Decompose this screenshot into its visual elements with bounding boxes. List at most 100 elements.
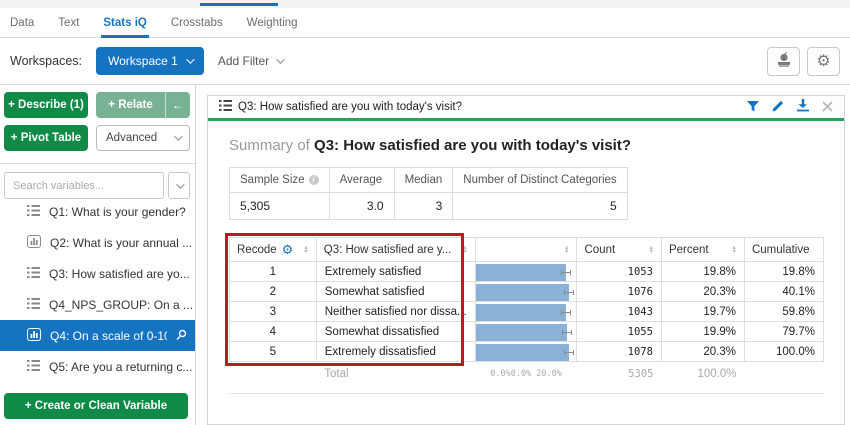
median-value: 3: [394, 193, 453, 220]
frequency-table: Recode ⚙ ▲▼ Q3: How satisfied are y...: [229, 237, 824, 386]
sidebar: + Describe (1) + Relate ← + Pivot Table …: [0, 85, 196, 425]
describe-button[interactable]: + Describe (1): [4, 92, 88, 118]
stats-header-median: Median: [394, 168, 453, 193]
category-label: Neither satisfied nor dissa...: [316, 302, 475, 322]
percent-value: 19.8%: [661, 262, 744, 282]
chevron-down-icon: [174, 132, 182, 140]
table-row: 4 Somewhat dissatisfied 1055 19.9% 79.7%: [230, 322, 824, 342]
column-header-percent[interactable]: Percent ▲▼: [661, 238, 744, 262]
close-icon: [822, 100, 833, 115]
bar-chart-icon: [27, 235, 41, 251]
nav-tab-weighting[interactable]: Weighting: [247, 8, 298, 38]
summary-prefix: Summary of: [229, 137, 310, 154]
filter-button[interactable]: [747, 100, 759, 115]
sort-icon[interactable]: ▲▼: [648, 246, 653, 254]
frequency-bar: [476, 304, 566, 321]
download-icon: [797, 99, 809, 115]
apple-book-icon: [775, 51, 793, 71]
create-or-clean-variable-button[interactable]: + Create or Clean Variable: [4, 393, 188, 419]
table-row: 5 Extremely dissatisfied 1078 20.3% 100.…: [230, 342, 824, 362]
relate-button[interactable]: + Relate: [96, 92, 166, 118]
percent-value: 19.9%: [661, 322, 744, 342]
recode-value: 1: [230, 262, 317, 282]
table-row: 2 Somewhat satisfied 1076 20.3% 40.1%: [230, 282, 824, 302]
variable-item-q4-selected[interactable]: Q4: On a scale of 0-10, h...: [0, 320, 195, 351]
variable-label: Q4_NPS_GROUP: On a ...: [49, 298, 193, 312]
nav-tab-crosstabs[interactable]: Crosstabs: [171, 8, 223, 38]
list-icon: [27, 298, 40, 312]
stats-header-average: Average: [329, 168, 394, 193]
list-icon: [219, 98, 232, 116]
recode-settings-gear-icon[interactable]: ⚙: [282, 243, 294, 256]
nav-tab-stats-iq[interactable]: Stats iQ: [103, 8, 146, 38]
variable-item-q4-nps-group[interactable]: Q4_NPS_GROUP: On a ...: [0, 289, 195, 320]
variable-item-q2[interactable]: Q2: What is your annual ...: [0, 227, 195, 258]
bar-cell: [475, 342, 577, 362]
column-header-recode[interactable]: Recode ⚙ ▲▼: [230, 238, 317, 262]
error-whisker: [561, 310, 571, 315]
variable-label: Q1: What is your gender?: [49, 205, 186, 219]
variable-item-q3[interactable]: Q3: How satisfied are yo...: [0, 258, 195, 289]
table-row: 3 Neither satisfied nor dissa... 1043 19…: [230, 302, 824, 322]
variable-label: Q4: On a scale of 0-10, h...: [50, 329, 167, 343]
column-header-count[interactable]: Count ▲▼: [577, 238, 661, 262]
sort-icon[interactable]: ▲▼: [564, 246, 569, 254]
count-value: 1043: [577, 302, 661, 322]
funnel-icon: [747, 100, 759, 115]
count-value: 1053: [577, 262, 661, 282]
card-title: Q3: How satisfied are you with today's v…: [238, 101, 741, 113]
workspace-bar: Workspaces: Workspace 1 Add Filter: [0, 38, 850, 85]
stats-header-distinct: Number of Distinct Categories: [453, 168, 627, 193]
gear-icon: ⚙: [816, 51, 830, 71]
bar-cell: [475, 302, 577, 322]
add-filter-button[interactable]: Add Filter: [218, 54, 282, 68]
stats-summary-table: Sample Sizei Average Median Number of Di…: [229, 167, 628, 220]
pivot-table-button[interactable]: + Pivot Table: [4, 125, 88, 151]
search-variables-input[interactable]: [4, 172, 164, 199]
close-button[interactable]: [822, 100, 833, 115]
workspace-dropdown-button[interactable]: Workspace 1: [96, 47, 204, 75]
column-header-chart[interactable]: ▲▼: [475, 238, 577, 262]
nav-tab-text[interactable]: Text: [58, 8, 79, 38]
workspaces-label: Workspaces:: [10, 54, 82, 68]
nav-tab-data[interactable]: Data: [10, 8, 34, 38]
sort-icon[interactable]: ▲▼: [303, 246, 308, 254]
column-header-cumulative[interactable]: Cumulative: [744, 238, 823, 262]
column-header-question[interactable]: Q3: How satisfied are y... ▲▼: [316, 238, 475, 262]
total-row: Total 0.0%0.0% 20.0% 5305 100.0%: [230, 362, 824, 386]
workspace-dropdown-label: Workspace 1: [108, 54, 178, 68]
recode-value: 5: [230, 342, 317, 362]
cumulative-value: 19.8%: [744, 262, 823, 282]
advanced-dropdown[interactable]: Advanced: [96, 125, 190, 151]
active-tab-indicator: [200, 3, 278, 6]
total-percent: 100.0%: [661, 362, 744, 386]
table-row: 1 Extremely satisfied 1053 19.8% 19.8%: [230, 262, 824, 282]
chevron-down-icon: [176, 180, 184, 188]
stats-header-sample-size: Sample Sizei: [230, 168, 330, 193]
edit-button[interactable]: [772, 100, 784, 115]
sort-icon[interactable]: ▲▼: [462, 246, 467, 254]
info-icon[interactable]: i: [309, 175, 319, 185]
search-options-button[interactable]: [168, 172, 190, 199]
relate-back-button[interactable]: ←: [166, 92, 190, 118]
section-divider: [229, 393, 824, 394]
variable-item-q5[interactable]: Q5: Are you a returning c...: [0, 351, 195, 382]
cumulative-value: 79.7%: [744, 322, 823, 342]
settings-button[interactable]: ⚙: [807, 47, 840, 76]
magnifier-icon: [176, 329, 187, 343]
recode-value: 4: [230, 322, 317, 342]
bar-cell: [475, 322, 577, 342]
percent-value: 19.7%: [661, 302, 744, 322]
list-icon: [27, 267, 40, 281]
total-label: Total: [316, 362, 475, 386]
main-area: Q3: How satisfied are you with today's v…: [196, 85, 850, 425]
variable-item-q1[interactable]: Q1: What is your gender?: [0, 202, 195, 227]
download-button[interactable]: [797, 99, 809, 115]
sort-icon[interactable]: ▲▼: [732, 246, 737, 254]
card-header: Q3: How satisfied are you with today's v…: [208, 96, 844, 121]
count-value: 1076: [577, 282, 661, 302]
bar-chart-icon: [27, 328, 41, 344]
count-value: 1055: [577, 322, 661, 342]
frequency-bar: [476, 284, 569, 301]
learning-button[interactable]: [767, 47, 800, 76]
